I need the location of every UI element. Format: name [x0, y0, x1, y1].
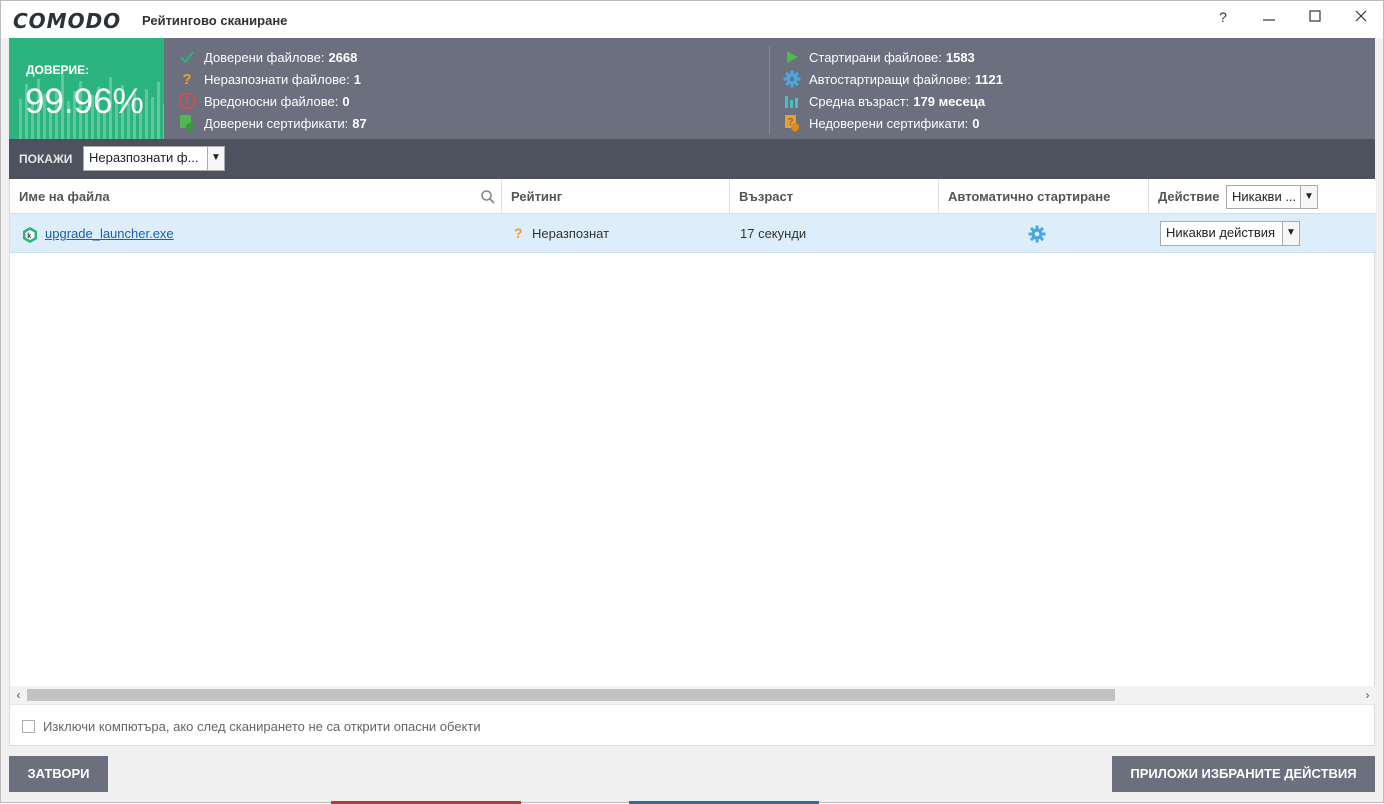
stats-panel: ДОВЕРИЕ: 99.96% Доверени файлове: 2668 ? … [9, 38, 1375, 139]
column-header-age[interactable]: Възраст [730, 179, 939, 214]
rating-scan-window: COMODO Рейтингово сканиране ? ДОВЕРИЕ: 9… [0, 0, 1384, 804]
question-icon: ? [182, 70, 192, 88]
window-title: Рейтингово сканиране [142, 13, 288, 28]
search-icon[interactable] [481, 190, 495, 204]
shutdown-checkbox[interactable] [22, 720, 35, 733]
stat-untrusted-certificates: ? Недоверени сертификати: 0 [783, 113, 979, 133]
title-bar: COMODO Рейтингово сканиране ? [1, 1, 1383, 38]
filter-label: ПОКАЖИ [19, 152, 73, 166]
shutdown-label: Изключи компютъра, ако след сканирането … [43, 719, 481, 734]
minimize-icon [1263, 19, 1275, 21]
stats-divider [769, 46, 770, 134]
close-button[interactable]: ЗАТВОРИ [9, 756, 108, 792]
stat-autostart-files: Автостартиращи файлове: 1121 [783, 69, 1003, 89]
stat-trusted-certificates: Доверени сертификати: 87 [178, 113, 367, 133]
alert-icon [178, 92, 196, 110]
svg-text:k: k [27, 233, 31, 240]
file-type-icon: k [22, 214, 38, 253]
stat-unknown-files: ? Неразпознати файлове: 1 [178, 69, 361, 89]
trust-label: ДОВЕРИЕ: [26, 63, 90, 77]
stat-malicious-files: Вредоносни файлове: 0 [178, 91, 350, 111]
play-icon [783, 48, 801, 66]
files-table: Име на файла Рейтинг Възраст Автоматично… [9, 179, 1376, 704]
comodo-logo: COMODO [13, 9, 122, 33]
horizontal-scrollbar[interactable]: ‹ › [10, 686, 1376, 704]
column-header-rating[interactable]: Рейтинг [502, 179, 730, 214]
chevron-down-icon: ▼ [1282, 222, 1299, 245]
trust-value: 99.96% [25, 82, 144, 121]
row-action-dropdown[interactable]: Никакви действия ▼ [1160, 221, 1300, 246]
chevron-down-icon: ▼ [207, 147, 224, 170]
scrollbar-thumb[interactable] [27, 689, 1115, 701]
scroll-left-icon[interactable]: ‹ [10, 686, 27, 704]
maximize-button[interactable] [1295, 5, 1335, 29]
apply-actions-button[interactable]: ПРИЛОЖИ ИЗБРАНИТЕ ДЕЙСТВИЯ [1112, 756, 1375, 792]
column-header-autostart[interactable]: Автоматично стартиране [939, 179, 1149, 214]
certificate-icon [178, 114, 196, 132]
close-window-button[interactable] [1341, 5, 1381, 29]
close-icon [1355, 10, 1367, 22]
help-button[interactable]: ? [1203, 5, 1243, 29]
file-age: 17 секунди [740, 226, 807, 241]
question-icon: ? [514, 225, 523, 241]
stat-average-age: Средна възраст: 179 месеца [783, 91, 985, 111]
file-rating: Неразпознат [532, 226, 610, 241]
gear-icon [1028, 225, 1046, 243]
table-header: Име на файла Рейтинг Възраст Автоматично… [10, 179, 1376, 214]
action-all-dropdown[interactable]: Никакви ... ▼ [1226, 185, 1318, 209]
shutdown-option: Изключи компютъра, ако след сканирането … [9, 704, 1375, 746]
chevron-down-icon: ▼ [1300, 186, 1317, 208]
gear-icon [783, 70, 801, 88]
maximize-icon [1309, 10, 1321, 22]
table-row[interactable]: k upgrade_launcher.exe ? Неразпознат 17 … [10, 214, 1376, 253]
filter-bar: ПОКАЖИ Неразпознати ф... ▼ [9, 139, 1375, 179]
scroll-right-icon[interactable]: › [1359, 686, 1376, 704]
file-name-link[interactable]: upgrade_launcher.exe [45, 214, 174, 253]
stat-trusted-files: Доверени файлове: 2668 [178, 47, 357, 67]
bar-chart-icon [783, 92, 801, 110]
warning-certificate-icon: ? [783, 114, 801, 132]
stat-run-files: Стартирани файлове: 1583 [783, 47, 975, 67]
column-header-name[interactable]: Име на файла [10, 179, 502, 214]
check-icon [178, 48, 196, 66]
filter-dropdown[interactable]: Неразпознати ф... ▼ [83, 146, 225, 171]
trust-tile: ДОВЕРИЕ: 99.96% [9, 38, 164, 139]
minimize-button[interactable] [1249, 5, 1289, 29]
